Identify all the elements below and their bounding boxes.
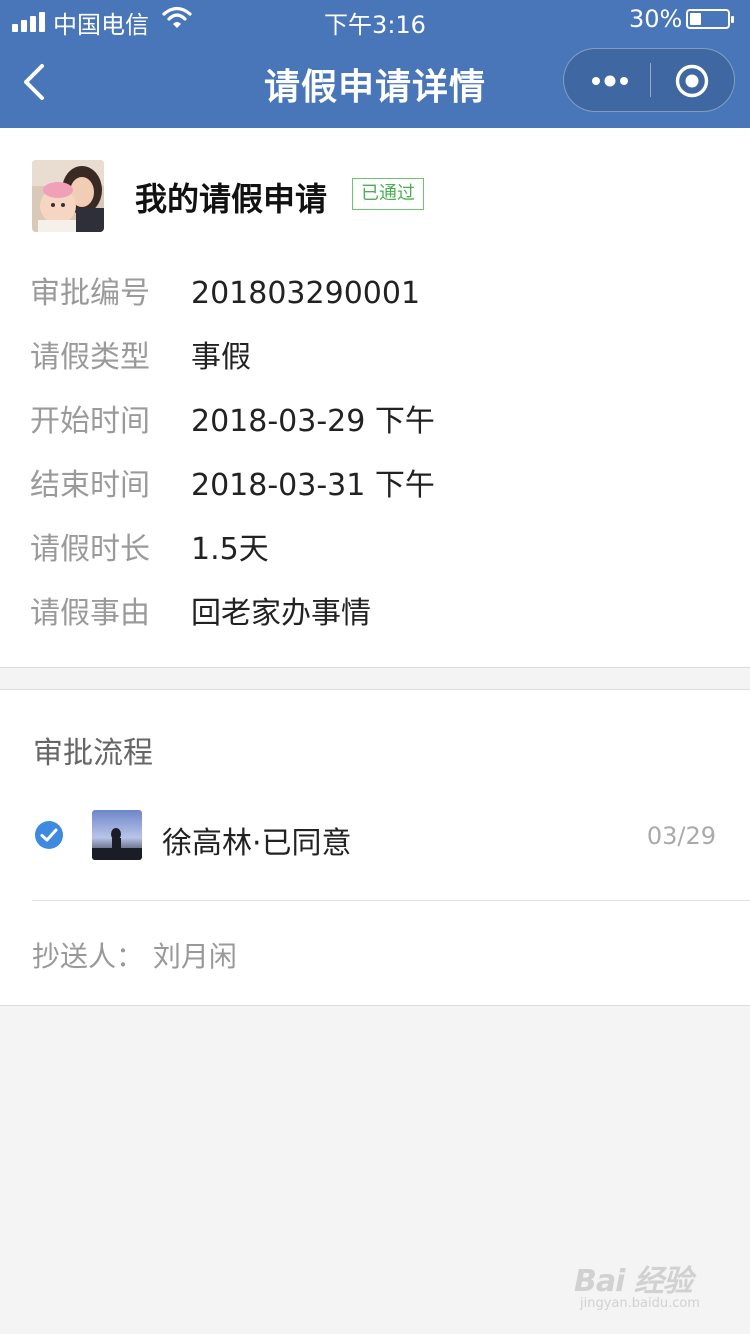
approver-avatar xyxy=(92,810,142,860)
watermark: Bai 经验 jingyan.baidu.com xyxy=(574,1250,724,1320)
field-value: 2018-03-29 下午 xyxy=(191,404,435,439)
field-duration: 请假时长 1.5天 xyxy=(30,524,269,568)
header-bar: 中国电信 下午3:16 30% 请假申请详情 xyxy=(0,0,750,128)
battery-percent: 30% xyxy=(629,5,683,33)
approver-name: 徐高林·已同意 xyxy=(162,826,352,861)
field-label: 结束时间 xyxy=(30,468,150,503)
check-circle-icon xyxy=(35,821,63,849)
approval-date: 03/29 xyxy=(646,822,716,850)
applicant-avatar xyxy=(32,160,104,232)
approval-process-card: 审批流程 徐高林·已同意 03/29 抄送人： 刘月闲 xyxy=(0,689,750,1006)
watermark-url: jingyan.baidu.com xyxy=(580,1296,700,1311)
capsule-divider xyxy=(650,63,651,97)
status-badge: 已通过 xyxy=(352,178,424,210)
field-label: 请假事由 xyxy=(30,596,150,631)
leave-detail-card: 我的请假申请 已通过 审批编号 201803290001 请假类型 事假 开始时间 2… xyxy=(0,128,750,668)
status-bar: 中国电信 下午3:16 30% xyxy=(0,0,750,40)
field-label: 开始时间 xyxy=(30,404,150,439)
field-value: 事假 xyxy=(191,340,251,375)
field-label: 请假时长 xyxy=(30,532,150,567)
field-label: 审批编号 xyxy=(30,276,150,311)
watermark-logo: Bai 经验 xyxy=(574,1264,693,1299)
battery-icon xyxy=(686,9,734,29)
target-circle-icon[interactable] xyxy=(674,63,710,99)
field-end-time: 结束时间 2018-03-31 下午 xyxy=(30,460,435,504)
field-start-time: 开始时间 2018-03-29 下午 xyxy=(30,396,435,440)
field-value: 1.5天 xyxy=(191,532,269,567)
cc-recipient: 抄送人： 刘月闲 xyxy=(32,940,237,973)
section-title: 审批流程 xyxy=(33,736,153,771)
field-leave-type: 请假类型 事假 xyxy=(30,332,251,376)
field-approval-number: 审批编号 201803290001 xyxy=(30,268,420,312)
divider xyxy=(32,900,750,901)
mini-program-capsule xyxy=(563,48,735,112)
application-title: 我的请假申请 xyxy=(135,180,328,218)
field-label: 请假类型 xyxy=(30,340,150,375)
field-value: 201803290001 xyxy=(191,276,421,311)
field-value: 回老家办事情 xyxy=(191,596,371,631)
field-value: 2018-03-31 下午 xyxy=(191,468,435,503)
more-dots-icon[interactable] xyxy=(590,69,630,93)
field-reason: 请假事由 回老家办事情 xyxy=(30,588,371,632)
